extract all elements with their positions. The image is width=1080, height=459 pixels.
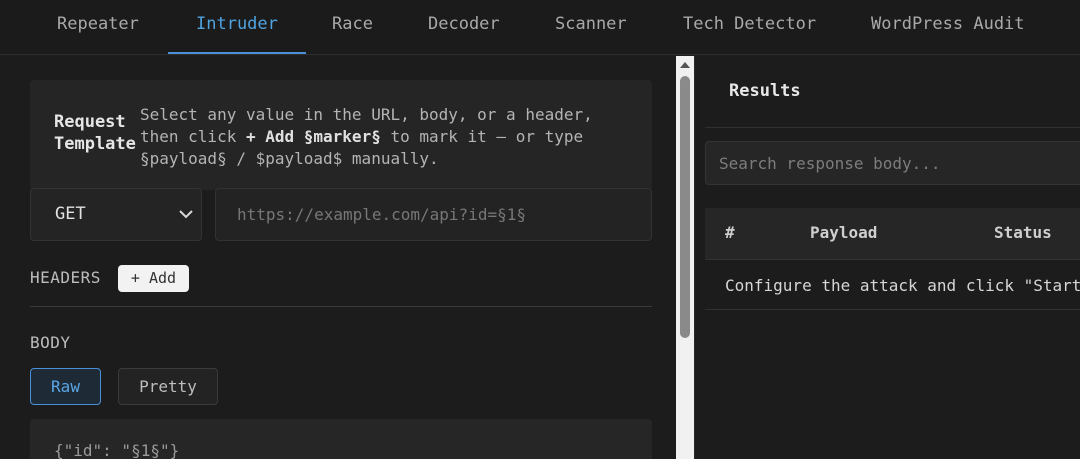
- help-line-1: Select any value in the URL, body, or a …: [140, 105, 593, 124]
- url-input[interactable]: [215, 188, 652, 241]
- left-pane-scrollbar[interactable]: [676, 56, 694, 459]
- request-template-help: Select any value in the URL, body, or a …: [140, 104, 640, 170]
- results-header: Results: [705, 56, 1080, 128]
- tab-race[interactable]: Race: [332, 0, 373, 55]
- request-template-label-line1: Request: [54, 112, 126, 132]
- method-select[interactable]: GET: [30, 188, 202, 241]
- empty-results-message: Configure the attack and click "Start: [725, 276, 1080, 295]
- help-line-2-post: to mark it — or type: [380, 127, 584, 146]
- tab-repeater[interactable]: Repeater: [57, 0, 139, 55]
- body-content: {"id": "§1§"}: [54, 441, 180, 459]
- help-line-3: §payload§ / $payload$ manually.: [140, 149, 439, 168]
- body-label: BODY: [30, 333, 71, 352]
- request-template-card: Request Template Select any value in the…: [30, 80, 652, 190]
- column-header-index[interactable]: #: [725, 223, 735, 242]
- tab-intruder[interactable]: Intruder: [196, 0, 278, 55]
- chevron-down-icon: [179, 210, 193, 219]
- tab-scanner[interactable]: Scanner: [555, 0, 627, 55]
- active-tab-indicator: [168, 52, 306, 54]
- tab-decoder[interactable]: Decoder: [428, 0, 500, 55]
- section-divider: [30, 306, 652, 307]
- column-header-payload[interactable]: Payload: [810, 223, 877, 242]
- body-editor[interactable]: {"id": "§1§"}: [30, 419, 652, 459]
- request-template-label-line2: Template: [54, 134, 136, 154]
- column-header-status[interactable]: Status: [994, 223, 1052, 242]
- results-empty-row: Configure the attack and click "Start: [705, 260, 1080, 310]
- results-table-header: # Payload Status: [705, 208, 1080, 260]
- help-line-2-pre: then click: [140, 127, 246, 146]
- scroll-thumb[interactable]: [680, 76, 690, 338]
- help-line-2: then click + Add §marker§ to mark it — o…: [140, 126, 640, 148]
- top-tab-bar: Repeater Intruder Race Decoder Scanner T…: [0, 0, 1080, 55]
- help-add-marker: + Add §marker§: [245, 127, 381, 146]
- request-builder-pane: Request Template Select any value in the…: [0, 56, 676, 459]
- tab-tech-detector[interactable]: Tech Detector: [683, 0, 816, 55]
- method-value: GET: [55, 204, 86, 224]
- tab-wordpress-audit[interactable]: WordPress Audit: [871, 0, 1025, 55]
- results-title: Results: [729, 81, 801, 101]
- pretty-mode-button[interactable]: Pretty: [118, 368, 218, 405]
- raw-mode-button[interactable]: Raw: [30, 368, 101, 405]
- add-header-button[interactable]: + Add: [118, 265, 189, 292]
- headers-label: HEADERS: [30, 268, 101, 287]
- request-template-label: Request Template: [54, 111, 136, 155]
- results-pane: Results # Payload Status Configure the a…: [694, 56, 1080, 459]
- scroll-up-arrow-icon[interactable]: [680, 62, 690, 68]
- search-response-input[interactable]: [705, 141, 1080, 185]
